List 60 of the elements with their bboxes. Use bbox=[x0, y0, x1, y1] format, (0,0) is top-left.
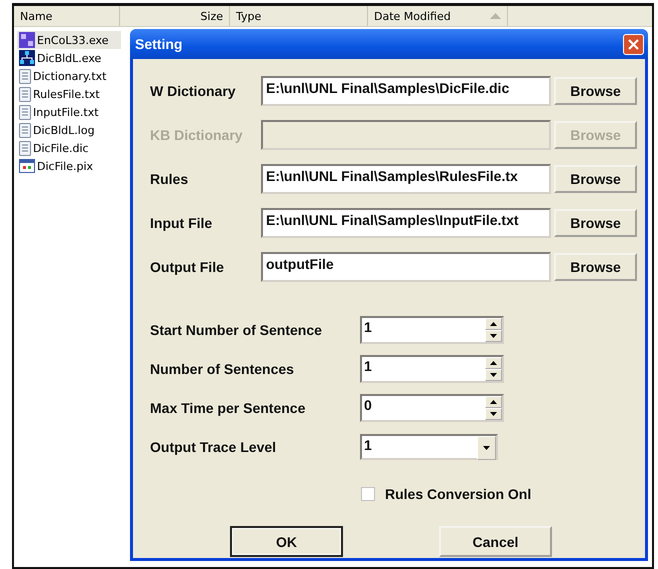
text-file-icon bbox=[19, 140, 31, 156]
spinner-buttons[interactable] bbox=[485, 396, 502, 420]
dropdown-button[interactable] bbox=[477, 436, 496, 460]
image-file-icon bbox=[19, 159, 35, 173]
app-icon bbox=[19, 32, 35, 48]
text-file-icon bbox=[19, 104, 31, 120]
field-label: Max Time per Sentence bbox=[150, 400, 306, 416]
field-label: Start Number of Sentence bbox=[150, 322, 323, 338]
path-field[interactable]: E:\unl\UNL Final\Samples\RulesFile.tx bbox=[261, 164, 551, 194]
down-arrow-icon bbox=[490, 334, 497, 338]
caret-icon bbox=[483, 446, 490, 450]
file-item[interactable]: DicFile.dic bbox=[17, 139, 121, 157]
dialog-title: Setting bbox=[135, 36, 182, 52]
checkbox[interactable] bbox=[361, 487, 375, 501]
up-arrow-icon bbox=[490, 400, 497, 404]
text-file-icon bbox=[19, 68, 31, 84]
up-arrow-icon bbox=[490, 361, 497, 365]
spinner-buttons[interactable] bbox=[485, 318, 502, 342]
field-label: Input File bbox=[150, 215, 214, 231]
text-file-icon bbox=[19, 122, 31, 138]
down-arrow-icon bbox=[490, 412, 497, 416]
column-header[interactable]: Type bbox=[230, 6, 368, 26]
file-item[interactable]: Dictionary.txt bbox=[17, 67, 121, 85]
file-item[interactable]: InputFile.txt bbox=[17, 103, 121, 121]
spinner-buttons[interactable] bbox=[485, 357, 502, 381]
number-field[interactable]: 0 bbox=[362, 396, 374, 414]
network-icon bbox=[19, 50, 35, 66]
file-item[interactable]: EnCoL33.exe bbox=[17, 31, 121, 49]
field-label: Number of Sentences bbox=[150, 361, 295, 377]
field-label: Output File bbox=[150, 259, 225, 275]
path-field[interactable]: E:\unl\UNL Final\Samples\InputFile.txt bbox=[261, 208, 551, 238]
browse-button[interactable]: Browse bbox=[554, 165, 637, 193]
column-header[interactable]: Size bbox=[120, 6, 230, 26]
file-item[interactable]: DicBldL.log bbox=[17, 121, 121, 139]
file-item[interactable]: RulesFile.txt bbox=[17, 85, 121, 103]
close-button[interactable] bbox=[623, 34, 644, 54]
field-label: Rules bbox=[150, 171, 190, 187]
number-field[interactable]: 1 bbox=[362, 318, 374, 336]
close-icon bbox=[628, 38, 639, 50]
browse-button[interactable]: Browse bbox=[554, 253, 637, 281]
field-label: Output Trace Level bbox=[150, 439, 278, 455]
number-field[interactable]: 1 bbox=[362, 357, 374, 375]
text-file-icon bbox=[19, 86, 31, 102]
column-header[interactable]: Name bbox=[14, 6, 120, 26]
path-field[interactable]: outputFile bbox=[261, 252, 551, 282]
path-field[interactable] bbox=[261, 120, 551, 150]
ok-button[interactable]: OK bbox=[230, 526, 343, 557]
file-item[interactable]: DicFile.pix bbox=[17, 157, 121, 175]
field-label: KB Dictionary bbox=[150, 127, 244, 143]
path-field[interactable]: E:\unl\UNL Final\Samples\DicFile.dic bbox=[261, 76, 551, 106]
field-label: W Dictionary bbox=[150, 83, 237, 99]
browse-button[interactable]: Browse bbox=[554, 77, 637, 105]
down-arrow-icon bbox=[490, 373, 497, 377]
browse-button[interactable]: Browse bbox=[554, 209, 637, 237]
cancel-button[interactable]: Cancel bbox=[439, 526, 552, 557]
column-header[interactable]: Date Modified bbox=[368, 6, 508, 26]
file-item[interactable]: DicBldL.exe bbox=[17, 49, 121, 67]
up-arrow-icon bbox=[490, 322, 497, 326]
checkbox-label[interactable]: Rules Conversion Onl bbox=[385, 486, 532, 502]
dropdown-value[interactable]: 1 bbox=[362, 436, 374, 454]
